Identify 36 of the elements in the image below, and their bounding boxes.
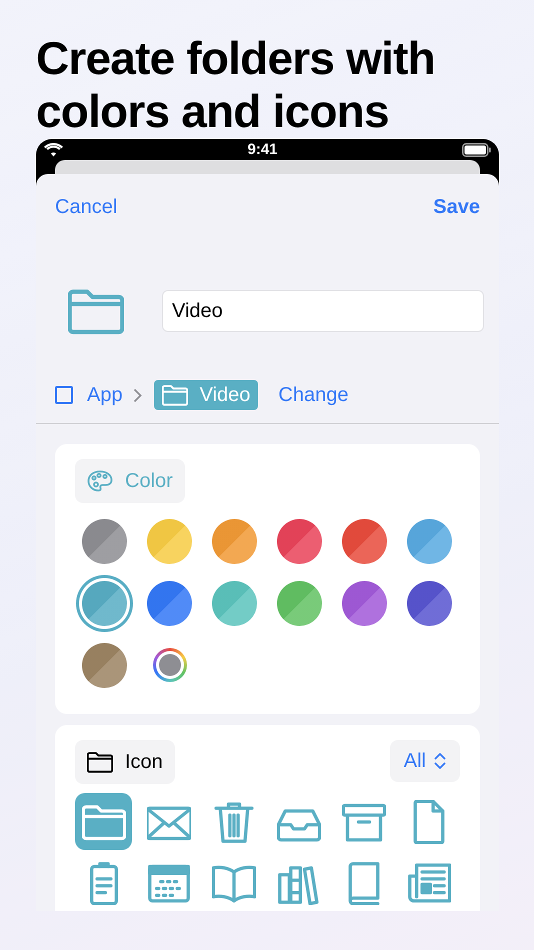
trash-icon [212, 800, 256, 844]
icon-option[interactable] [75, 793, 132, 850]
color-swatch[interactable] [277, 580, 322, 626]
cancel-button[interactable]: Cancel [55, 196, 118, 219]
filter-button[interactable]: All [390, 740, 460, 782]
color-swatch[interactable] [407, 518, 452, 564]
color-swatch[interactable] [212, 580, 257, 626]
battery-icon [462, 142, 491, 156]
color-swatch[interactable] [407, 580, 452, 626]
custom-color-button[interactable] [152, 648, 186, 682]
wifi-icon [44, 142, 63, 156]
icon-label: Icon [75, 740, 175, 784]
change-button[interactable]: Change [278, 384, 348, 406]
square-icon [55, 386, 73, 404]
parent-folder-link[interactable]: App [87, 384, 123, 406]
folder-icon [87, 749, 113, 775]
newspaper-icon [406, 860, 450, 904]
save-button[interactable]: Save [433, 196, 480, 219]
up-down-chevron-icon [434, 752, 446, 770]
color-swatch[interactable] [342, 580, 387, 626]
color-swatch[interactable] [277, 518, 322, 564]
color-swatch[interactable] [82, 580, 127, 626]
folder-icon [162, 382, 188, 408]
color-swatch[interactable] [212, 518, 257, 564]
color-swatch[interactable] [342, 518, 387, 564]
status-time: 9:41 [247, 141, 278, 158]
folder-name-field[interactable]: Video [162, 290, 484, 332]
color-swatch[interactable] [147, 580, 192, 626]
color-label: Color [75, 459, 185, 503]
color-swatch[interactable] [82, 518, 127, 564]
chevron-icon [132, 388, 142, 402]
color-swatch[interactable] [82, 642, 127, 688]
current-folder-chip: Video [154, 380, 258, 410]
color-swatch[interactable] [147, 518, 192, 564]
headline: Create folders with colors and icons [36, 32, 436, 138]
palette-icon [87, 470, 113, 492]
